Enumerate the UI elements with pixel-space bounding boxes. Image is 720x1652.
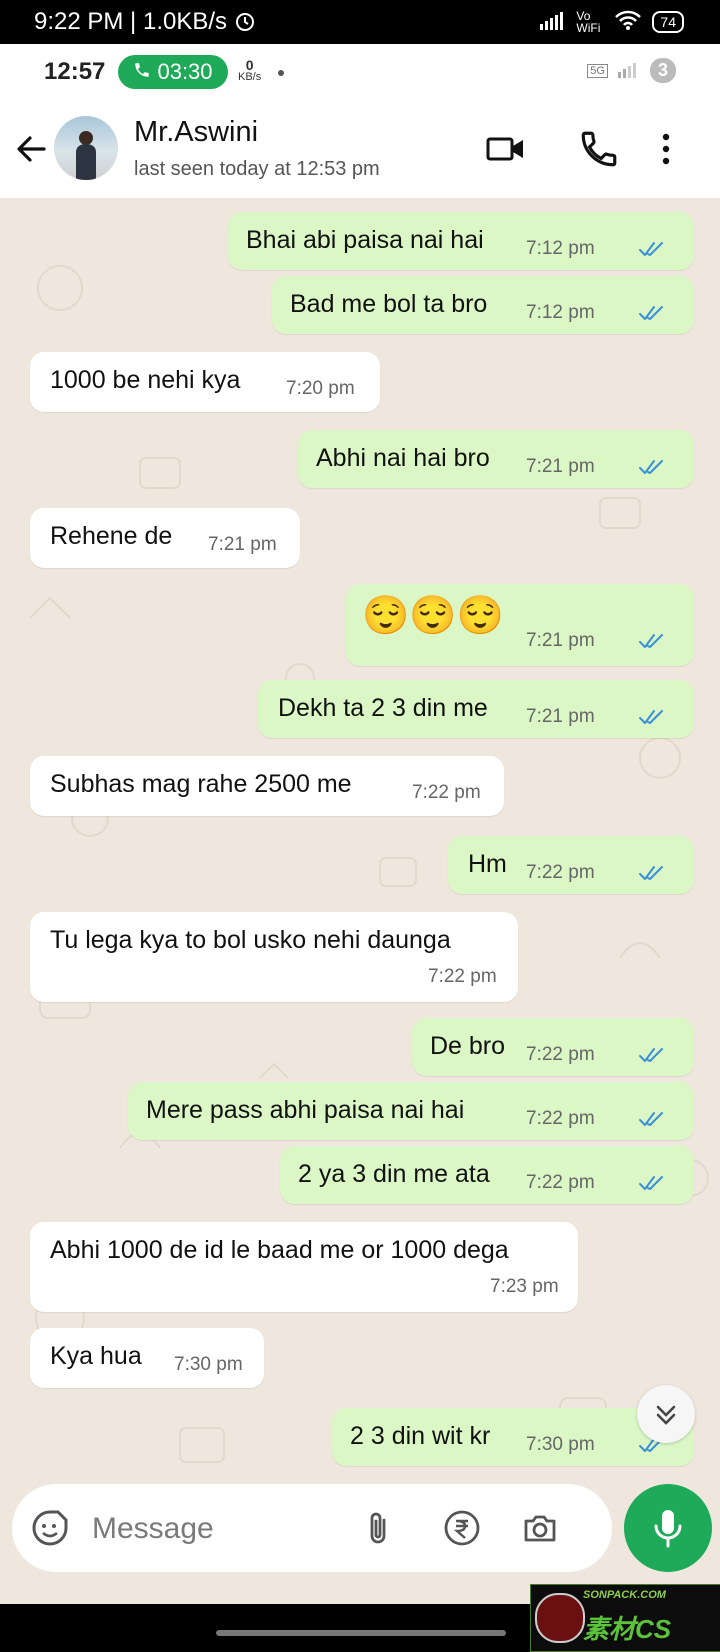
call-timer: 03:30 [157, 59, 213, 84]
message-timestamp: 7:22 pm [526, 862, 595, 883]
read-receipt-icon [639, 634, 663, 648]
network-5g-label: 5G [587, 63, 608, 78]
scroll-to-bottom-button[interactable] [637, 1385, 695, 1443]
kbs-indicator: 0 KB/s [238, 58, 261, 83]
network-speed: 1.0KB/s [142, 8, 228, 35]
read-receipt-icon [639, 1048, 663, 1062]
message-timestamp: 7:21 pm [526, 456, 595, 477]
message-text: 😌😌😌 [362, 595, 504, 637]
message-text: Mere pass abhi paisa nai hai [146, 1096, 465, 1124]
back-arrow-icon[interactable] [14, 132, 48, 166]
ongoing-call-pill[interactable]: 03:30 [118, 55, 228, 89]
device-status-left: 9:22 PM | 1.0KB/s [34, 8, 256, 36]
message-timestamp: 7:22 pm [412, 782, 481, 803]
inner-status-bar: 12:57 03:30 0 KB/s 5G 3 [0, 44, 720, 102]
video-call-icon[interactable] [485, 128, 527, 170]
vowifi-label: Vo WiFi [576, 8, 601, 35]
camera-icon[interactable] [520, 1508, 560, 1548]
inner-time: 12:57 [44, 58, 106, 85]
message-timestamp: 7:21 pm [526, 706, 595, 727]
message-timestamp: 7:22 pm [526, 1044, 595, 1065]
chat-area[interactable]: Bhai abi paisa nai hai 7:12 pm Bad me bol … [0, 198, 720, 1532]
read-receipt-icon [639, 1112, 663, 1126]
message-timestamp: 7:23 pm [490, 1276, 559, 1297]
message-text: 2 3 din wit kr [350, 1422, 491, 1450]
mic-icon [624, 1510, 712, 1576]
message-input[interactable] [90, 1506, 364, 1552]
message-text: Dekh ta 2 3 din me [278, 694, 488, 722]
device-status-bar: 9:22 PM | 1.0KB/s Vo WiFi 74 [0, 0, 720, 44]
rupee-icon[interactable] [442, 1508, 482, 1548]
phone-icon[interactable] [578, 128, 620, 170]
message-text: Abhi 1000 de id le baad me or 1000 dega [50, 1236, 509, 1264]
message-text: Bhai abi paisa nai hai [246, 226, 484, 254]
avatar[interactable] [54, 116, 118, 180]
message-timestamp: 7:30 pm [526, 1434, 595, 1455]
battery-indicator: 74 [652, 10, 684, 33]
message-timestamp: 7:20 pm [286, 378, 355, 399]
last-seen-status: last seen today at 12:53 pm [134, 158, 380, 180]
sticker-icon[interactable] [30, 1508, 70, 1548]
inner-status-right: 5G 3 [587, 58, 676, 83]
message-timestamp: 7:22 pm [428, 966, 497, 987]
watermark-site: SONPACK.COM [583, 1589, 666, 1601]
message-timestamp: 7:22 pm [526, 1172, 595, 1193]
read-receipt-icon [639, 1176, 663, 1190]
message-text: Bad me bol ta bro [290, 290, 488, 318]
message-text: Tu lega kya to bol usko nehi daunga [50, 926, 451, 954]
message-timestamp: 7:12 pm [526, 302, 595, 323]
message-text: Hm [468, 850, 507, 878]
battery-badge: 3 [649, 58, 676, 83]
device-status-right: Vo WiFi 74 [540, 9, 684, 34]
message-composer [12, 1484, 612, 1572]
message-timestamp: 7:22 pm [526, 1108, 595, 1129]
notification-dot [278, 70, 284, 76]
device-gesture-handle[interactable] [216, 1630, 506, 1636]
kbs-value: 0 [245, 57, 254, 73]
message-text: Kya hua [50, 1342, 142, 1370]
message-timestamp: 7:21 pm [208, 534, 277, 555]
watermark-logo: SONPACK.COM 素材CS [530, 1584, 720, 1652]
watermark-brand: 素材CS [583, 1614, 672, 1644]
message-text: Abhi nai hai bro [316, 444, 490, 472]
read-receipt-icon [639, 866, 663, 880]
wifi-icon [614, 9, 642, 34]
message-text: De bro [430, 1032, 506, 1060]
read-receipt-icon [639, 306, 663, 320]
call-icon [133, 59, 151, 85]
contact-name[interactable]: Mr.Aswini [134, 116, 258, 149]
message-timestamp: 7:12 pm [526, 238, 595, 259]
more-vert-icon[interactable] [656, 128, 676, 170]
chevron-down-icon [637, 1405, 695, 1447]
watermark-emblem [535, 1593, 585, 1643]
read-receipt-icon [639, 710, 663, 724]
read-receipt-icon [639, 242, 663, 256]
message-text: 1000 be nehi kya [50, 366, 241, 394]
attach-icon[interactable] [358, 1508, 398, 1548]
alarm-icon [234, 8, 256, 35]
message-text: Rehene de [50, 522, 173, 550]
message-timestamp: 7:30 pm [174, 1354, 243, 1375]
chat-header: Mr.Aswini last seen today at 12:53 pm [0, 102, 720, 198]
device-time: 9:22 PM [34, 8, 124, 35]
read-receipt-icon [639, 460, 663, 474]
kbs-unit: KB/s [238, 71, 262, 83]
voice-message-button[interactable] [624, 1484, 712, 1572]
signal-icon [540, 10, 566, 33]
message-timestamp: 7:21 pm [526, 630, 595, 651]
signal-icon [617, 60, 640, 81]
message-text: 2 ya 3 din me ata [298, 1160, 490, 1188]
message-text: Subhas mag rahe 2500 me [50, 770, 352, 798]
whatsapp-screen: 12:57 03:30 0 KB/s 5G 3 Mr.Aswini last s… [0, 44, 720, 1604]
